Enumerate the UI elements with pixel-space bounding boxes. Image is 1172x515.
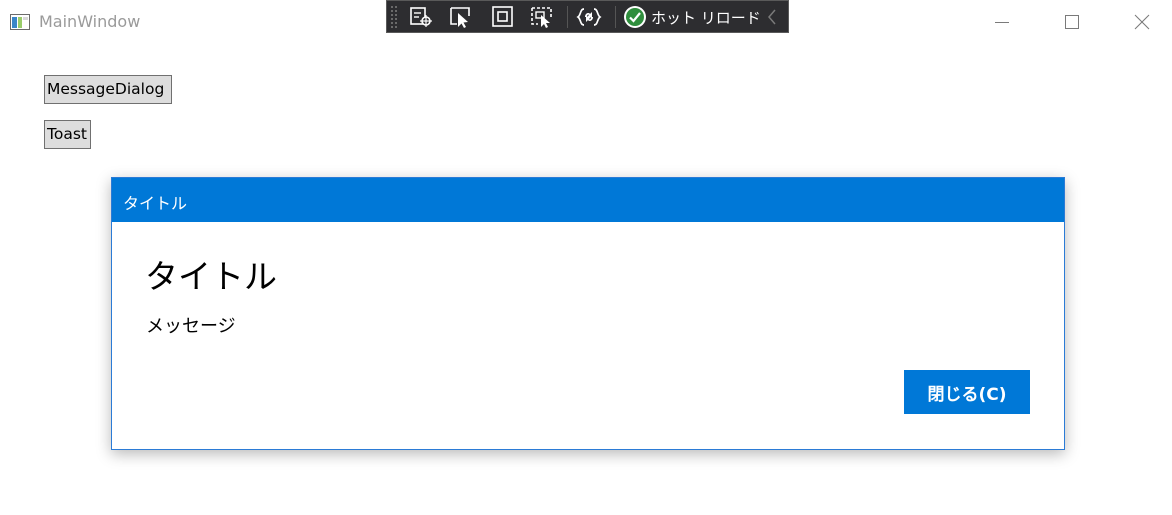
track-focus-icon[interactable] — [529, 5, 555, 29]
close-window-button[interactable] — [1107, 0, 1172, 44]
toolbar-grip-icon[interactable] — [390, 5, 398, 29]
chevron-left-icon[interactable] — [765, 7, 779, 27]
window-title: MainWindow — [39, 12, 141, 31]
minimize-button[interactable] — [967, 0, 1037, 44]
live-visual-tree-icon[interactable] — [408, 5, 434, 29]
dialog-header-title: タイトル — [123, 194, 188, 213]
maximize-icon — [1065, 15, 1079, 29]
dialog-close-button[interactable]: 閉じる(C) — [904, 370, 1030, 414]
toolbar-separator — [615, 6, 616, 28]
app-icon — [10, 14, 30, 30]
hot-reload-label: ホット リロード — [651, 8, 761, 27]
binding-failures-icon[interactable] — [576, 5, 602, 29]
close-icon — [1134, 14, 1150, 30]
xaml-debug-toolbar: ホット リロード — [386, 0, 789, 33]
hot-reload-button[interactable]: ホット リロード — [623, 5, 761, 29]
message-dialog: タイトル タイトル メッセージ 閉じる(C) — [111, 177, 1065, 450]
toast-button[interactable]: Toast — [44, 120, 91, 149]
check-circle-icon — [624, 6, 646, 28]
maximize-button[interactable] — [1037, 0, 1107, 44]
select-element-icon[interactable] — [448, 5, 474, 29]
dialog-message: メッセージ — [146, 316, 236, 337]
dialog-header[interactable]: タイトル — [112, 178, 1064, 222]
minimize-icon — [995, 22, 1009, 23]
display-layout-adorners-icon[interactable] — [490, 5, 516, 29]
message-dialog-button[interactable]: MessageDialog — [44, 75, 172, 104]
dialog-title: タイトル — [145, 257, 277, 296]
toolbar-separator — [567, 6, 568, 28]
